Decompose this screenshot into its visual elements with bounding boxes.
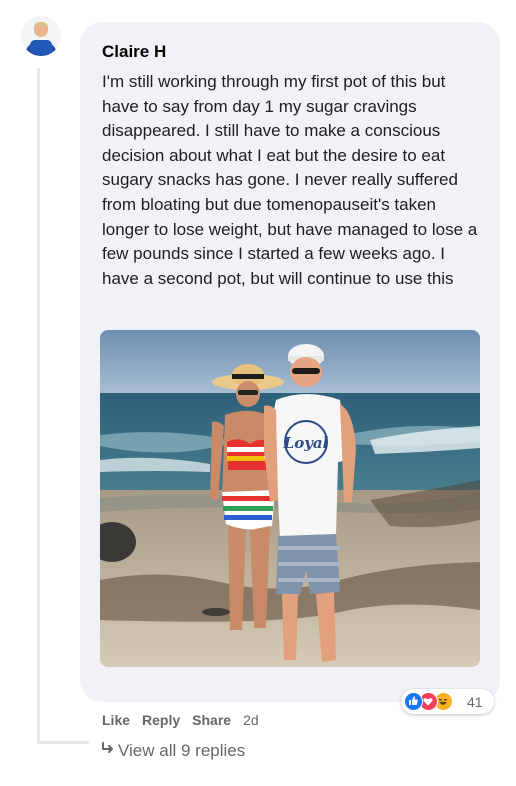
comment-bubble: Claire H I'm still working through my fi…	[80, 22, 500, 702]
reply-arrow-icon	[100, 740, 116, 761]
comment-photo[interactable]: Loyal	[100, 330, 480, 667]
comment-text: I'm still working through my first pot o…	[102, 72, 478, 288]
beach-photo: Loyal	[100, 330, 480, 667]
reactions-summary[interactable]: 41	[401, 689, 494, 714]
comment-actions: Like Reply Share 2d	[102, 712, 259, 728]
reactions-count: 41	[467, 694, 483, 710]
like-icon	[404, 692, 423, 711]
view-replies-label: View all 9 replies	[118, 740, 246, 760]
share-button[interactable]: Share	[192, 712, 231, 728]
comment-author[interactable]: Claire H	[102, 42, 166, 62]
like-button[interactable]: Like	[102, 712, 130, 728]
shirt-logo-text: Loyal	[283, 434, 329, 452]
view-replies-link[interactable]: View all 9 replies	[100, 740, 245, 761]
reply-button[interactable]: Reply	[142, 712, 180, 728]
avatar[interactable]	[21, 16, 61, 56]
thread-line-branch	[37, 741, 89, 744]
thread-line	[37, 68, 40, 744]
comment-timestamp[interactable]: 2d	[243, 712, 259, 728]
avatar-image	[21, 16, 61, 56]
